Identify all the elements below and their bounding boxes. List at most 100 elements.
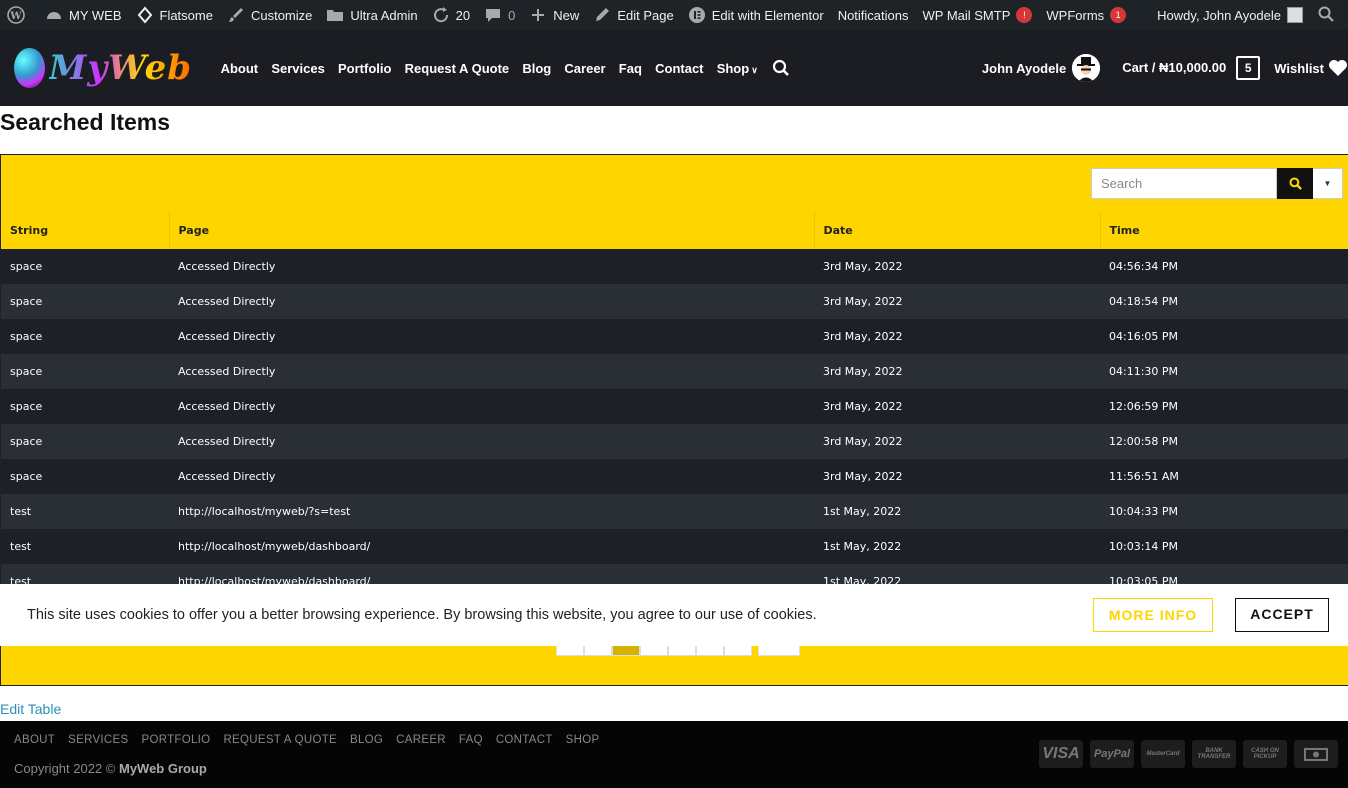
table-search-button[interactable] <box>1277 168 1313 199</box>
accept-button[interactable]: ACCEPT <box>1235 598 1329 632</box>
edit-page-menu[interactable]: Edit Page <box>586 0 680 30</box>
wp-mail-smtp-menu[interactable]: WP Mail SMTP ! <box>916 0 1040 30</box>
nav-shop[interactable]: Shop ∨ <box>710 61 764 76</box>
nav-portfolio[interactable]: Portfolio <box>331 61 398 76</box>
cell-date: 1st May, 2022 <box>814 529 1100 564</box>
updates-count: 20 <box>455 7 471 23</box>
column-header-time[interactable]: Time <box>1100 212 1348 249</box>
chevron-down-icon: ∨ <box>751 64 758 75</box>
searched-items-table: String Page Date Time space Accessed Dir… <box>1 212 1348 599</box>
nav-contact[interactable]: Contact <box>649 61 711 76</box>
table-row: space Accessed Directly 3rd May, 2022 11… <box>1 459 1348 494</box>
cash-on-pickup-icon: CASH ON PICKUP <box>1243 740 1287 768</box>
footer-link-request-quote[interactable]: REQUEST A QUOTE <box>223 734 337 746</box>
nav-blog[interactable]: Blog <box>516 61 558 76</box>
account-link[interactable]: John Ayodele <box>982 61 1066 76</box>
copyright: Copyright 2022 © MyWeb Group <box>14 761 207 776</box>
header-search-button[interactable] <box>772 59 790 77</box>
footer-link-blog[interactable]: BLOG <box>350 734 383 746</box>
admin-bar: W MY WEB Flatsome Customize Ultra Admin … <box>0 0 1348 30</box>
footer-link-career[interactable]: CAREER <box>396 734 446 746</box>
admin-search-button[interactable] <box>1310 0 1348 30</box>
updates-menu[interactable]: 20 <box>425 0 477 30</box>
nav-services[interactable]: Services <box>265 61 332 76</box>
table-row: space Accessed Directly 3rd May, 2022 04… <box>1 249 1348 284</box>
folder-icon <box>326 6 344 24</box>
avatar-icon <box>1072 54 1101 82</box>
footer-link-about[interactable]: ABOUT <box>14 734 55 746</box>
cell-string: space <box>1 459 169 494</box>
footer-link-portfolio[interactable]: PORTFOLIO <box>141 734 210 746</box>
cell-page: http://localhost/myweb/?s=test <box>169 494 814 529</box>
cell-time: 04:16:05 PM <box>1100 319 1348 354</box>
heart-icon <box>1329 60 1347 76</box>
main-nav: About Services Portfolio Request A Quote… <box>214 61 764 76</box>
new-content-menu[interactable]: New <box>522 0 586 30</box>
user-avatar[interactable] <box>1072 54 1101 82</box>
cell-date: 3rd May, 2022 <box>814 459 1100 494</box>
cell-time: 04:56:34 PM <box>1100 249 1348 284</box>
cell-time: 04:18:54 PM <box>1100 284 1348 319</box>
cell-time: 11:56:51 AM <box>1100 459 1348 494</box>
theme-menu[interactable]: Flatsome <box>129 0 220 30</box>
cookie-notice: This site uses cookies to offer you a be… <box>0 584 1348 646</box>
cell-page: http://localhost/myweb/dashboard/ <box>169 529 814 564</box>
brush-icon <box>227 6 245 24</box>
wishlist-link[interactable]: Wishlist 2 <box>1274 59 1348 77</box>
cookie-text: This site uses cookies to offer you a be… <box>27 607 817 623</box>
notifications-menu[interactable]: Notifications <box>831 0 916 30</box>
site-logo[interactable]: MyWeb <box>14 45 192 91</box>
caret-down-icon: ▼ <box>1323 179 1332 188</box>
cell-date: 3rd May, 2022 <box>814 389 1100 424</box>
wp-mail-smtp-badge: ! <box>1016 7 1033 23</box>
wpforms-badge: 1 <box>1110 7 1127 23</box>
theme-label: Flatsome <box>159 7 213 23</box>
cell-date: 3rd May, 2022 <box>814 284 1100 319</box>
cell-date: 3rd May, 2022 <box>814 424 1100 459</box>
column-header-string[interactable]: String <box>1 212 170 249</box>
nav-faq[interactable]: Faq <box>612 61 648 76</box>
site-name-menu[interactable]: MY WEB <box>38 0 129 30</box>
cell-string: space <box>1 424 169 459</box>
cart-link[interactable]: Cart / ₦10,000.00 5 <box>1122 56 1261 80</box>
cell-time: 10:03:14 PM <box>1100 529 1348 564</box>
ultra-admin-menu[interactable]: Ultra Admin <box>319 0 424 30</box>
column-toggle-dropdown[interactable]: ▼ <box>1313 168 1343 199</box>
nav-about[interactable]: About <box>214 61 265 76</box>
footer-link-contact[interactable]: CONTACT <box>496 734 553 746</box>
column-header-date[interactable]: Date <box>814 212 1101 249</box>
flatsome-icon <box>136 6 154 24</box>
footer-link-shop[interactable]: SHOP <box>566 734 600 746</box>
new-label: New <box>553 7 580 23</box>
table-header-row: String Page Date Time <box>1 212 1348 249</box>
cell-page: Accessed Directly <box>169 424 814 459</box>
visa-icon: VISA <box>1039 740 1083 768</box>
nav-career[interactable]: Career <box>558 61 612 76</box>
footer-link-faq[interactable]: FAQ <box>459 734 483 746</box>
table-row: space Accessed Directly 3rd May, 2022 12… <box>1 389 1348 424</box>
table-row: test http://localhost/myweb/dashboard/ 1… <box>1 529 1348 564</box>
my-account-menu[interactable]: Howdy, John Ayodele <box>1150 0 1310 30</box>
table-row: space Accessed Directly 3rd May, 2022 12… <box>1 424 1348 459</box>
search-icon <box>1317 6 1335 24</box>
admin-avatar-icon <box>1287 7 1303 23</box>
column-header-page[interactable]: Page <box>169 212 815 249</box>
table-row: space Accessed Directly 3rd May, 2022 04… <box>1 284 1348 319</box>
ultra-admin-label: Ultra Admin <box>350 7 418 23</box>
edit-table-link[interactable]: Edit Table <box>0 701 61 717</box>
wp-logo-menu[interactable]: W <box>0 0 38 30</box>
nav-request-quote[interactable]: Request A Quote <box>398 61 516 76</box>
site-name-label: MY WEB <box>69 7 122 23</box>
table-search-input[interactable]: Search <box>1091 168 1277 199</box>
elementor-menu[interactable]: Edit with Elementor <box>681 0 831 30</box>
wpforms-menu[interactable]: WPForms 1 <box>1039 0 1133 30</box>
cart-count-badge: 5 <box>1236 56 1261 80</box>
cell-date: 3rd May, 2022 <box>814 354 1100 389</box>
more-info-button[interactable]: MORE INFO <box>1093 598 1213 632</box>
site-footer: ABOUT SERVICES PORTFOLIO REQUEST A QUOTE… <box>0 721 1348 788</box>
customize-menu[interactable]: Customize <box>220 0 319 30</box>
plus-icon <box>529 6 547 24</box>
cell-page: Accessed Directly <box>169 249 814 284</box>
footer-link-services[interactable]: SERVICES <box>68 734 128 746</box>
comments-menu[interactable]: 0 <box>477 0 522 30</box>
